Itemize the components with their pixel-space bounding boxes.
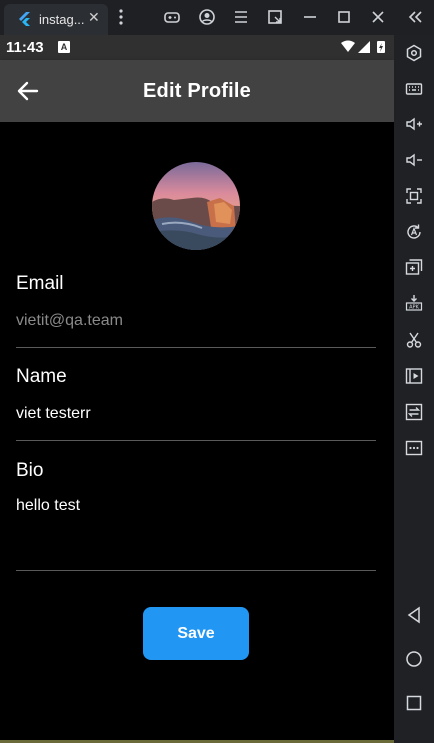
tab-close-icon[interactable]: ✕ <box>88 9 100 26</box>
name-field[interactable]: viet testerr <box>16 405 91 423</box>
wifi-icon <box>341 40 355 52</box>
bio-underline <box>16 570 376 571</box>
emulator-sidebar: APK <box>394 35 434 743</box>
emulator-titlebar: instag... ✕ <box>0 0 434 35</box>
profile-avatar[interactable] <box>152 162 240 250</box>
minimize-icon[interactable] <box>301 8 319 26</box>
status-time: 11:43 <box>6 39 44 56</box>
sync-icon[interactable] <box>405 403 423 421</box>
svg-text:APK: APK <box>409 305 419 311</box>
app-tab[interactable]: instag... ✕ <box>4 4 108 35</box>
gamepad-icon[interactable] <box>163 8 181 26</box>
device-screen: 11:43 A Edit Profile Email vietit@qa.tea… <box>0 35 394 740</box>
collapse-icon[interactable] <box>406 8 424 26</box>
volume-down-icon[interactable] <box>405 151 423 169</box>
status-bar: 11:43 A <box>0 35 394 60</box>
signal-icon <box>358 41 370 53</box>
email-field[interactable]: vietit@qa.team <box>16 312 123 330</box>
more-vertical-icon[interactable] <box>112 8 130 26</box>
tab-title: instag... <box>39 12 85 27</box>
screenshot-icon[interactable] <box>405 187 423 205</box>
volume-up-icon[interactable] <box>405 115 423 133</box>
apk-icon[interactable]: APK <box>405 294 423 312</box>
bio-label: Bio <box>16 460 44 481</box>
menu-icon[interactable] <box>232 8 250 26</box>
keyboard-icon[interactable] <box>405 80 423 98</box>
name-label: Name <box>16 366 67 387</box>
home-nav-icon[interactable] <box>405 650 423 668</box>
bio-field[interactable]: hello test <box>16 497 80 515</box>
media-icon[interactable] <box>405 367 423 385</box>
maximize-icon[interactable] <box>335 8 353 26</box>
back-nav-icon[interactable] <box>405 606 423 624</box>
app-bar: Edit Profile <box>0 60 394 122</box>
status-icons <box>340 40 388 54</box>
flutter-icon <box>18 12 32 26</box>
page-title: Edit Profile <box>143 80 251 102</box>
name-underline <box>16 440 376 441</box>
settings-icon[interactable] <box>405 44 423 62</box>
close-icon[interactable] <box>369 8 387 26</box>
more-icon[interactable] <box>405 439 423 457</box>
recents-nav-icon[interactable] <box>405 694 423 712</box>
email-label: Email <box>16 273 64 294</box>
notification-badge: A <box>58 41 70 53</box>
account-icon[interactable] <box>198 8 216 26</box>
resize-icon[interactable] <box>266 8 284 26</box>
multi-instance-icon[interactable] <box>405 258 423 276</box>
save-button[interactable]: Save <box>143 607 249 660</box>
cut-icon[interactable] <box>405 331 423 349</box>
email-underline <box>16 347 376 348</box>
rotate-icon[interactable] <box>405 223 423 241</box>
